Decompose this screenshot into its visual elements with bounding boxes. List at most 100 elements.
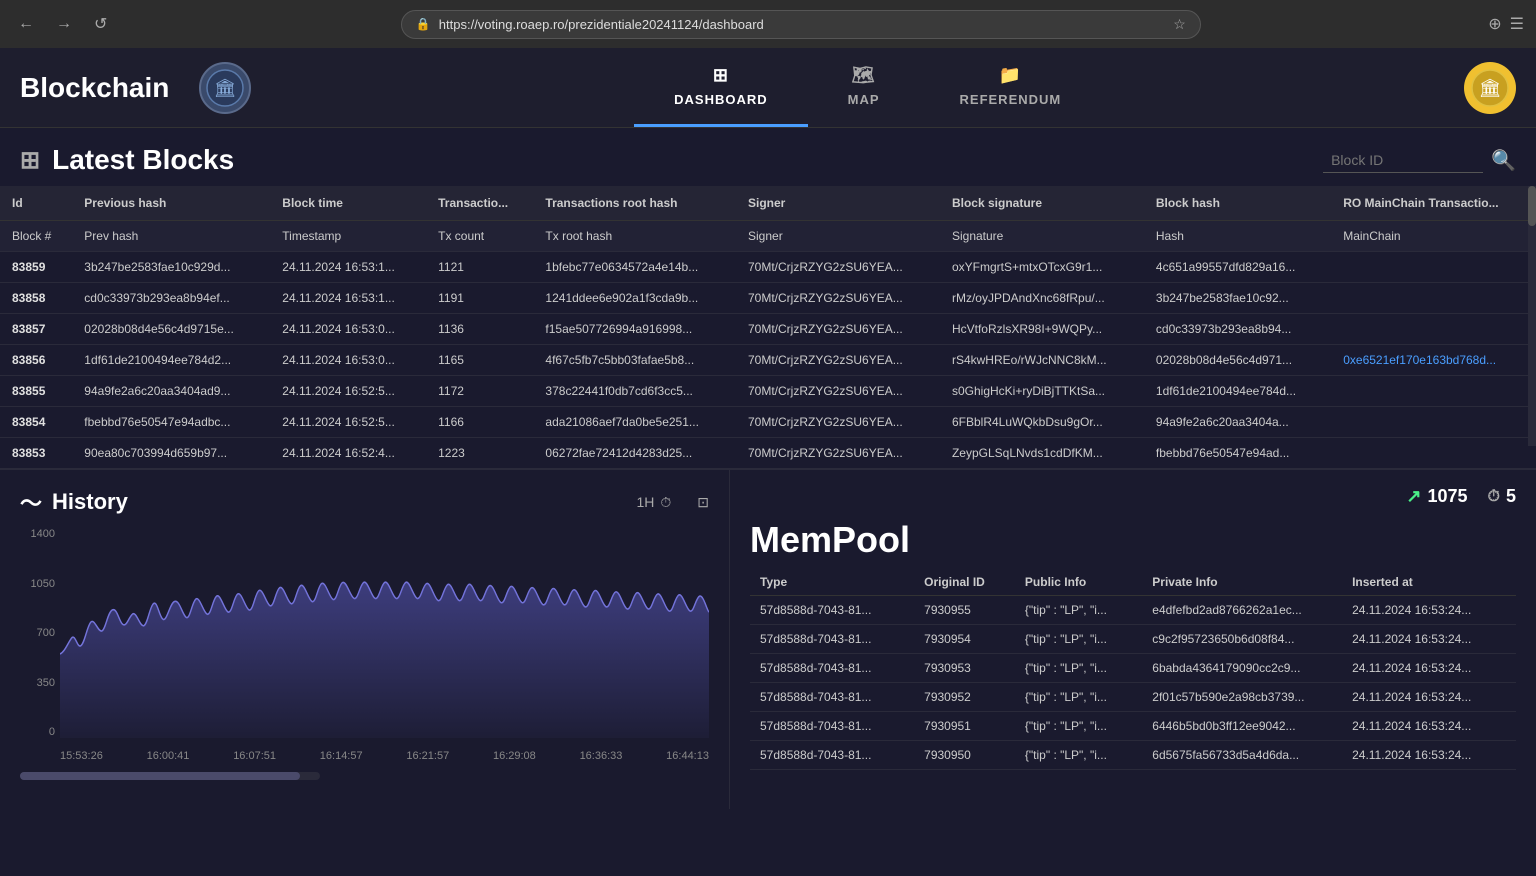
- url-text: https://voting.roaep.ro/prezidentiale202…: [439, 17, 764, 32]
- table-cell: 83854: [0, 407, 72, 438]
- table-row[interactable]: 838561df61de2100494ee784d2...24.11.2024 …: [0, 345, 1536, 376]
- map-icon: 🗺: [852, 65, 876, 86]
- latest-blocks-header: ⊞ Latest Blocks 🔍: [0, 128, 1536, 186]
- chart-svg: [60, 528, 709, 738]
- mempool-cell: {"tip" : "LP", "i...: [1015, 625, 1142, 654]
- mempool-pending-stat: ⏱ 5: [1488, 486, 1517, 507]
- reload-button[interactable]: ↺: [88, 10, 113, 38]
- table-cell: HcVtfoRzlsXR98I+9WQPy...: [940, 314, 1144, 345]
- mempool-row[interactable]: 57d8588d-7043-81...7930954{"tip" : "LP",…: [750, 625, 1516, 654]
- block-id-search: 🔍: [1323, 148, 1516, 173]
- table-row[interactable]: 838593b247be2583fae10c929d...24.11.2024 …: [0, 252, 1536, 283]
- table-cell: 1121: [426, 252, 533, 283]
- mempool-cell: 57d8588d-7043-81...: [750, 741, 914, 770]
- table-cell: fbebbd76e50547e94adbc...: [72, 407, 270, 438]
- col-tx-root-hash: Transactions root hash: [533, 186, 736, 221]
- referendum-icon: 📁: [999, 65, 1022, 86]
- mempool-row[interactable]: 57d8588d-7043-81...7930951{"tip" : "LP",…: [750, 712, 1516, 741]
- search-button[interactable]: 🔍: [1491, 148, 1516, 173]
- clock-icon: ⏱: [660, 494, 671, 511]
- x-label-7: 16:44:13: [666, 750, 709, 762]
- mempool-header-row: Type Original ID Public Info Private Inf…: [750, 569, 1516, 596]
- table-subheader-cell: Tx root hash: [533, 221, 736, 252]
- table-row[interactable]: 83858cd0c33973b293ea8b94ef...24.11.2024 …: [0, 283, 1536, 314]
- block-id-input[interactable]: [1323, 148, 1483, 173]
- chart-scrollbar[interactable]: [20, 772, 320, 780]
- table-cell: [1331, 283, 1536, 314]
- tab-dashboard[interactable]: ⊞ DASHBOARD: [634, 48, 808, 127]
- table-cell: 83856: [0, 345, 72, 376]
- tab-map-label: MAP: [848, 92, 880, 107]
- mempool-section: ↗ 1075 ⏱ 5 MemPool Type Original ID Publ…: [730, 470, 1536, 809]
- table-subheader-cell: MainChain: [1331, 221, 1536, 252]
- mempool-cell: {"tip" : "LP", "i...: [1015, 712, 1142, 741]
- table-cell: 4c651a99557dfd829a16...: [1144, 252, 1331, 283]
- chart-x-labels: 15:53:26 16:00:41 16:07:51 16:14:57 16:2…: [60, 743, 709, 768]
- table-cell[interactable]: 0xe6521ef170e163bd768d...: [1331, 345, 1536, 376]
- tab-dashboard-label: DASHBOARD: [674, 92, 768, 107]
- table-cell: 70Mt/CrjzRZYG2zSU6YEA...: [736, 345, 940, 376]
- mempool-count: 1075: [1427, 486, 1467, 507]
- time-filter[interactable]: 1H ⏱ ⊡: [636, 494, 709, 511]
- table-cell: 1172: [426, 376, 533, 407]
- forward-button[interactable]: →: [50, 11, 78, 37]
- mempool-cell: 24.11.2024 16:53:24...: [1342, 683, 1516, 712]
- chart-container: 1400 1050 700 350 0: [20, 528, 709, 768]
- table-cell: 24.11.2024 16:53:0...: [270, 345, 426, 376]
- mempool-cell: {"tip" : "LP", "i...: [1015, 683, 1142, 712]
- mempool-row[interactable]: 57d8588d-7043-81...7930955{"tip" : "LP",…: [750, 596, 1516, 625]
- table-row[interactable]: 8385390ea80c703994d659b97...24.11.2024 1…: [0, 438, 1536, 469]
- svg-text:🏛: 🏛: [214, 78, 237, 98]
- col-id: Id: [0, 186, 72, 221]
- svg-text:🏛: 🏛: [1479, 78, 1502, 98]
- table-subheader-row: Block #Prev hashTimestampTx countTx root…: [0, 221, 1536, 252]
- vertical-scrollbar[interactable]: [1528, 186, 1536, 446]
- left-logo: 🏛: [199, 62, 251, 114]
- table-cell: 1136: [426, 314, 533, 345]
- chart-scrollbar-container: [20, 772, 709, 780]
- right-logo: 🏛: [1464, 62, 1516, 114]
- col-signer: Signer: [736, 186, 940, 221]
- table-cell: [1331, 252, 1536, 283]
- history-section: 〜 History 1H ⏱ ⊡ 1400 1050 700 350 0: [0, 470, 730, 809]
- y-label-350: 350: [20, 677, 55, 689]
- back-button[interactable]: ←: [12, 11, 40, 37]
- col-mainchain: RO MainChain Transactio...: [1331, 186, 1536, 221]
- table-cell: 3b247be2583fae10c92...: [1144, 283, 1331, 314]
- table-cell: 70Mt/CrjzRZYG2zSU6YEA...: [736, 376, 940, 407]
- mempool-table: Type Original ID Public Info Private Inf…: [750, 569, 1516, 770]
- table-header-row: Id Previous hash Block time Transactio..…: [0, 186, 1536, 221]
- address-bar[interactable]: 🔒 https://voting.roaep.ro/prezidentiale2…: [401, 10, 1201, 39]
- table-cell: 83859: [0, 252, 72, 283]
- table-cell: rMz/oyJPDAndXnc68fRpu/...: [940, 283, 1144, 314]
- x-label-0: 15:53:26: [60, 750, 103, 762]
- mempool-header: ↗ 1075 ⏱ 5: [750, 486, 1516, 507]
- mempool-row[interactable]: 57d8588d-7043-81...7930953{"tip" : "LP",…: [750, 654, 1516, 683]
- table-cell: 24.11.2024 16:53:1...: [270, 252, 426, 283]
- mempool-row[interactable]: 57d8588d-7043-81...7930952{"tip" : "LP",…: [750, 683, 1516, 712]
- table-cell: 83855: [0, 376, 72, 407]
- table-cell: rS4kwHREo/rWJcNNC8kM...: [940, 345, 1144, 376]
- dashboard-icon: ⊞: [713, 65, 729, 86]
- table-cell: 94a9fe2a6c20aa3404a...: [1144, 407, 1331, 438]
- y-label-1050: 1050: [20, 578, 55, 590]
- tab-map[interactable]: 🗺 MAP: [808, 48, 920, 127]
- mempool-cell: 6446b5bd0b3ff12ee9042...: [1142, 712, 1342, 741]
- menu-icon[interactable]: ☰: [1510, 14, 1524, 34]
- table-row[interactable]: 8385702028b08d4e56c4d9715e...24.11.2024 …: [0, 314, 1536, 345]
- table-cell: 1df61de2100494ee784d2...: [72, 345, 270, 376]
- tab-referendum[interactable]: 📁 REFERENDUM: [920, 48, 1102, 127]
- mempool-cell: 57d8588d-7043-81...: [750, 683, 914, 712]
- section-title: ⊞ Latest Blocks: [20, 144, 234, 176]
- col-original-id: Original ID: [914, 569, 1015, 596]
- mempool-cell: 24.11.2024 16:53:24...: [1342, 625, 1516, 654]
- extensions-icon[interactable]: ⊕: [1488, 14, 1501, 34]
- table-row[interactable]: 8385594a9fe2a6c20aa3404ad9...24.11.2024 …: [0, 376, 1536, 407]
- chart-area: [60, 528, 709, 738]
- chart-y-labels: 1400 1050 700 350 0: [20, 528, 55, 738]
- crop-icon: ⊡: [697, 494, 709, 511]
- app-header: Blockchain 🏛 ⊞ DASHBOARD 🗺 MAP 📁 REFEREN…: [0, 48, 1536, 128]
- mempool-row[interactable]: 57d8588d-7043-81...7930950{"tip" : "LP",…: [750, 741, 1516, 770]
- y-label-1400: 1400: [20, 528, 55, 540]
- table-row[interactable]: 83854fbebbd76e50547e94adbc...24.11.2024 …: [0, 407, 1536, 438]
